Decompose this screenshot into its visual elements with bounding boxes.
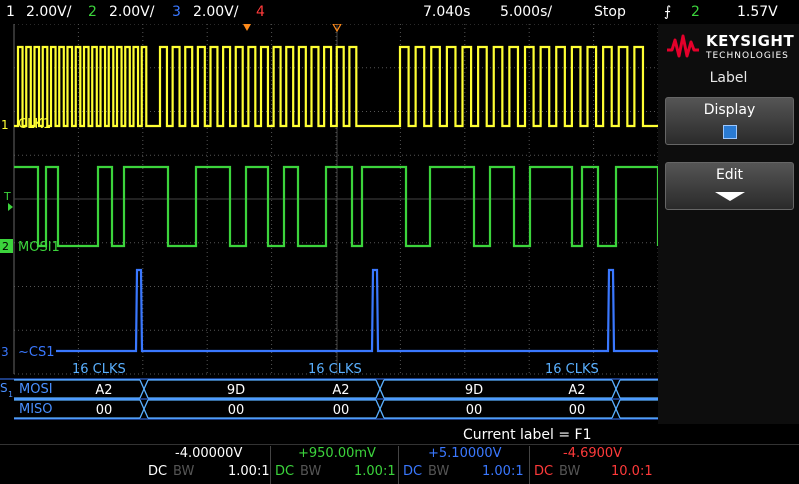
- ch3-probe-ratio: 1.00:1: [482, 464, 524, 479]
- ch4-probe-ratio: 10.0:1: [611, 464, 653, 479]
- ch3-offset-cell[interactable]: +5.10000V DC BW 1.00:1: [400, 446, 528, 484]
- edit-softkey[interactable]: Edit: [665, 162, 794, 210]
- checkbox-icon: [723, 125, 737, 139]
- ch2-scale: 2.00V/: [109, 4, 155, 20]
- serial-miso-label: MISO: [19, 402, 53, 417]
- trigger-source: 2: [691, 4, 700, 20]
- serial-mosi-label: MOSI: [19, 382, 53, 397]
- menu-title: Label: [709, 70, 748, 86]
- miso-decode-bus: 00 00 00 00 00: [14, 399, 658, 419]
- cs-waveform: [56, 268, 658, 353]
- clk-waveform: [14, 45, 658, 128]
- trigger-edge-icon: ⨍: [664, 4, 672, 20]
- ch3-number: 3: [172, 4, 181, 20]
- time-scale: 5.000s/: [500, 4, 553, 20]
- ch1-bw-limit: BW: [173, 464, 195, 479]
- display-softkey[interactable]: Display: [665, 97, 794, 145]
- serial-decode-area: S 1 MOSI MISO A2 9D A2 9D A2 00 00 00 00 00: [0, 378, 658, 420]
- clk-label: CLK1: [18, 117, 51, 132]
- current-label-readout: Current label = F1: [463, 427, 592, 443]
- decode-value: 00: [96, 403, 113, 418]
- ch3-scale: 2.00V/: [193, 4, 239, 20]
- decode-value: A2: [568, 383, 585, 398]
- decode-value: 00: [333, 403, 350, 418]
- brand-subtitle: TECHNOLOGIES: [706, 51, 789, 61]
- ch4-coupling: DC: [534, 464, 554, 479]
- decode-value: 9D: [227, 383, 245, 398]
- ch4-offset: -4.6900V: [563, 446, 623, 461]
- mosi-waveform: [14, 165, 660, 248]
- decode-value: 00: [466, 403, 483, 418]
- arrow-down-icon: [715, 192, 745, 201]
- decode-value: 9D: [465, 383, 483, 398]
- ch2-bw-limit: BW: [300, 464, 322, 479]
- mosi-label: MOSI1: [18, 240, 60, 255]
- ch1-offset: -4.00000V: [175, 446, 243, 461]
- bottom-status-bar: Current label = F1 -4.00000V DC BW 1.00:…: [0, 424, 799, 484]
- cs-label: ~CS1: [18, 345, 55, 360]
- ch3-offset: +5.10000V: [428, 446, 502, 461]
- ch2-probe-ratio: 1.00:1: [354, 464, 396, 479]
- keysight-logo: KEYSIGHT TECHNOLOGIES: [666, 30, 794, 70]
- clk-count-annotation: 16 CLKS: [72, 362, 126, 377]
- ch1-offset-cell[interactable]: -4.00000V DC BW 1.00:1: [145, 446, 270, 484]
- decode-value: A2: [95, 383, 112, 398]
- ch3-ground-marker[interactable]: 3: [1, 345, 9, 359]
- ch4-offset-cell[interactable]: -4.6900V DC BW 10.0:1: [531, 446, 656, 484]
- trigger-level-marker[interactable]: T: [3, 190, 11, 203]
- ch1-coupling: DC: [148, 464, 168, 479]
- channel-status-bar: 1 2.00V/ 2 2.00V/ 3 2.00V/ 4 7.040s 5.00…: [0, 0, 799, 24]
- decode-value: 00: [569, 403, 586, 418]
- ch2-coupling: DC: [275, 464, 295, 479]
- serial-bus-id: S: [0, 381, 8, 395]
- softkey-panel: KEYSIGHT TECHNOLOGIES Label Display Edit: [658, 24, 799, 424]
- ch1-ground-marker[interactable]: 1: [1, 118, 9, 132]
- ch1-probe-ratio: 1.00:1: [228, 464, 270, 479]
- ch3-coupling: DC: [403, 464, 423, 479]
- ch2-number: 2: [88, 4, 97, 20]
- decode-value: A2: [332, 383, 349, 398]
- svg-text:2: 2: [2, 240, 9, 253]
- ch1-number: 1: [6, 4, 15, 20]
- trigger-position-marker: [243, 24, 251, 31]
- ch2-offset: +950.00mV: [298, 446, 376, 461]
- trigger-level: 1.57V: [737, 4, 778, 20]
- ch4-bw-limit: BW: [559, 464, 581, 479]
- trigger-level-arrow-icon: [8, 203, 13, 211]
- brand-name: KEYSIGHT: [706, 32, 795, 50]
- display-softkey-label: Display: [703, 102, 756, 118]
- edit-softkey-label: Edit: [715, 167, 744, 183]
- ch4-number: 4: [256, 4, 265, 20]
- waveform-display[interactable]: 1 CLK1 T 2 MOSI1 3 ~CS1 16 CLKS 16 CLKS …: [0, 23, 660, 424]
- decode-value: 00: [228, 403, 245, 418]
- run-state: Stop: [594, 4, 626, 20]
- ch1-scale: 2.00V/: [26, 4, 72, 20]
- keysight-wave-icon: [667, 34, 699, 58]
- clk-count-annotation: 16 CLKS: [308, 362, 362, 377]
- time-delay: 7.040s: [423, 4, 471, 20]
- ch3-bw-limit: BW: [428, 464, 450, 479]
- ch2-offset-cell[interactable]: +950.00mV DC BW 1.00:1: [272, 446, 397, 484]
- mosi-decode-bus: A2 9D A2 9D A2: [14, 379, 658, 399]
- svg-text:1: 1: [8, 390, 13, 399]
- clk-count-annotation: 16 CLKS: [545, 362, 599, 377]
